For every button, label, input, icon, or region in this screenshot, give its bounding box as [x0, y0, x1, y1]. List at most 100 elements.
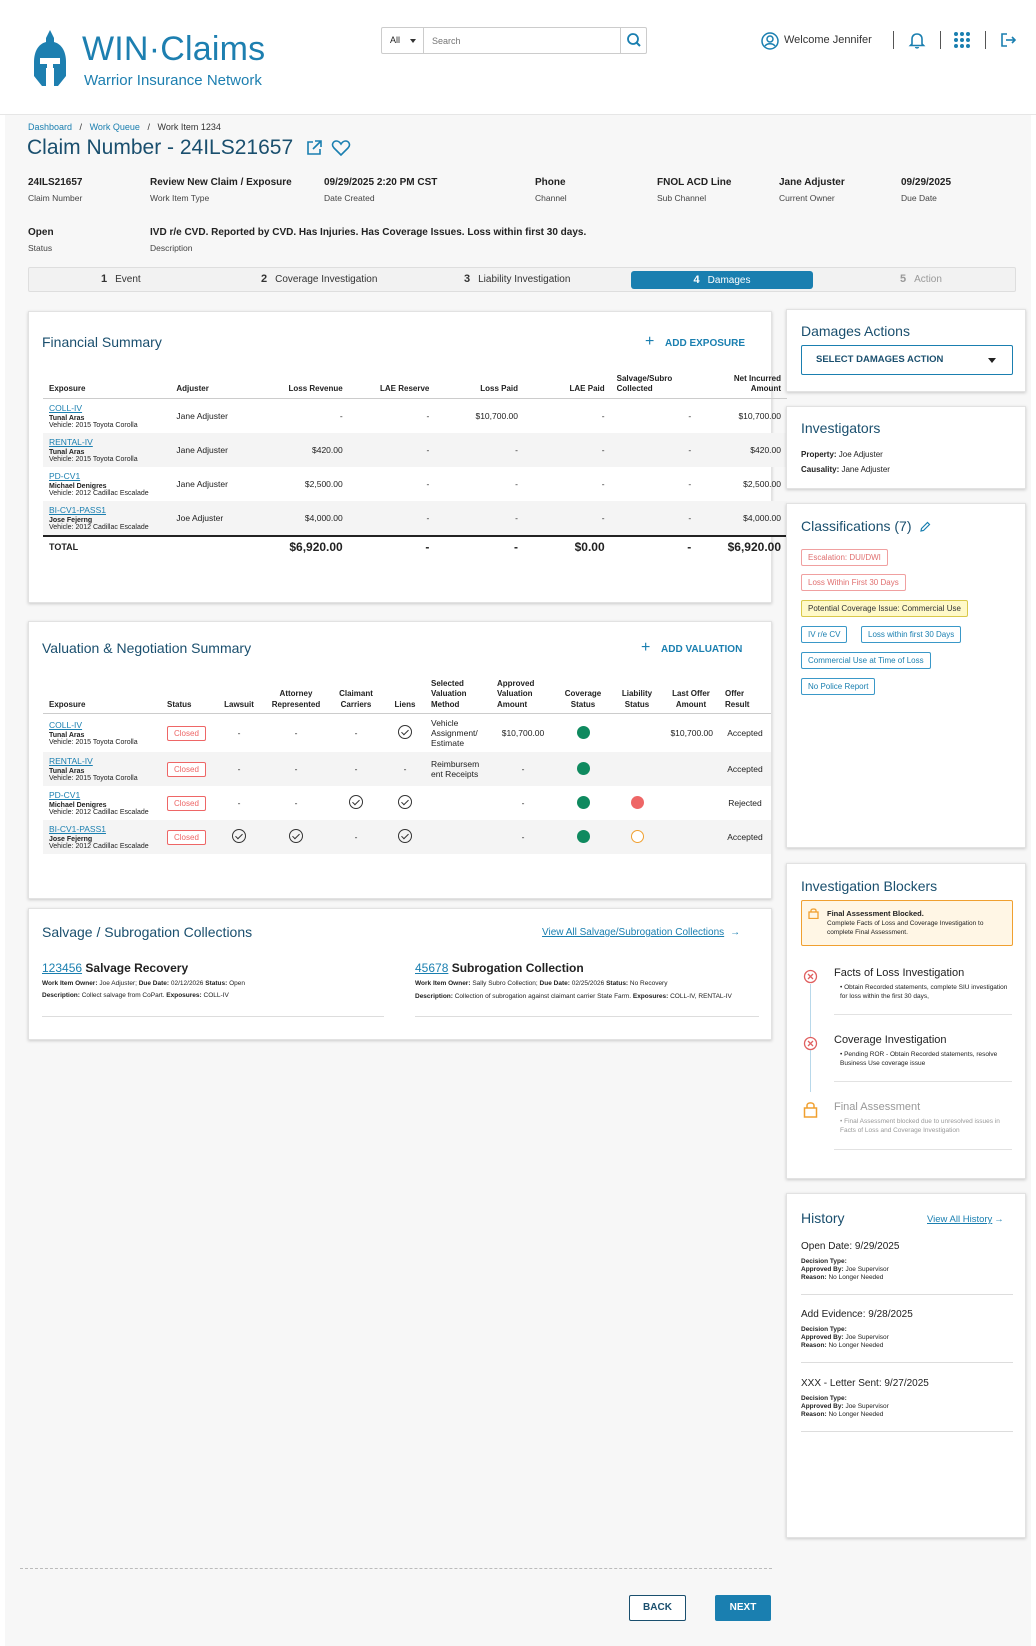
open-external-icon[interactable] [305, 139, 323, 157]
lock-icon [808, 908, 819, 919]
reason-value: No Longer Needed [828, 1342, 884, 1349]
classification-tag: Potential Coverage Issue: Commercial Use [801, 600, 968, 617]
loss-paid-cell: - [435, 500, 525, 536]
search-bar: All [381, 27, 647, 54]
blocker-text: Obtain Recorded statements, complete SIU… [840, 984, 1008, 1001]
detail-label: Description: [42, 992, 80, 999]
history-title: History [801, 1210, 845, 1226]
reason-label: Reason: [801, 1342, 827, 1349]
loss-revenue-cell: $420.00 [251, 432, 349, 467]
breadcrumb-work-queue[interactable]: Work Queue [90, 122, 140, 132]
claimant-name: Tunal Aras [49, 414, 85, 422]
add-exposure-button[interactable]: + ADD EXPOSURE [645, 333, 745, 350]
exposure-link[interactable]: RENTAL-IV [49, 437, 164, 447]
total-loss-revenue: $6,920.00 [251, 534, 349, 558]
exposure-link[interactable]: BI-CV1-PASS1 [49, 505, 164, 515]
status-dot-orange [630, 829, 644, 843]
reason-value: No Longer Needed [828, 1274, 884, 1281]
view-all-history-link[interactable]: View All History → [927, 1214, 1004, 1225]
step-damages[interactable]: 4 Damages [631, 271, 813, 289]
check-circle-icon [398, 829, 412, 844]
field-value: Review New Claim / Exposure [150, 177, 292, 188]
salvage-item-id-link[interactable]: 123456 [42, 961, 82, 975]
step-number: 4 [693, 274, 700, 286]
step-coverage-investigation[interactable]: 2 Coverage Investigation [261, 268, 377, 291]
salvage-cell: - [688, 478, 692, 489]
step-event[interactable]: 1 Event [101, 268, 141, 291]
detail-value: No Recovery [629, 980, 668, 987]
logo[interactable]: WIN·Claims Warrior Insurance Network [32, 28, 282, 98]
step-action[interactable]: 5 Action [900, 268, 942, 291]
adjuster-cell: Jane Adjuster [170, 432, 252, 467]
lae-reserve-cell: - [348, 432, 436, 467]
detail-value: Collection of subrogation against claima… [454, 993, 632, 1000]
error-x-icon [803, 969, 818, 984]
history-card: History View All History → Open Date: 9/2… [786, 1193, 1026, 1538]
back-button[interactable]: BACK [629, 1595, 686, 1621]
salvage-item-id-link[interactable]: 45678 [415, 961, 448, 975]
damages-action-select[interactable]: SELECT DAMAGES ACTION [801, 345, 1013, 375]
claimant-name: Tunal Aras [49, 732, 85, 740]
loss-paid-cell: - [515, 478, 519, 489]
favorite-heart-icon[interactable] [331, 139, 351, 157]
add-valuation-button[interactable]: + ADD VALUATION [641, 639, 742, 656]
step-number: 1 [101, 273, 108, 285]
property-investigator: Property: Joe Adjuster [801, 450, 883, 459]
exposure-link[interactable]: COLL-IV [49, 720, 155, 730]
step-label: Coverage Investigation [275, 274, 378, 285]
field-label: Work Item Type [150, 193, 210, 203]
step-liability-investigation[interactable]: 3 Liability Investigation [464, 268, 570, 291]
divider [834, 1081, 1012, 1082]
next-button[interactable]: NEXT [715, 1595, 771, 1621]
search-scope-select[interactable]: All [382, 28, 424, 53]
last-offer-cell [663, 752, 719, 787]
status-badge: Closed [167, 829, 206, 845]
exposure-link[interactable]: COLL-IV [49, 403, 164, 413]
claimant-name: Tunal Aras [49, 768, 85, 776]
claimant-name: Jose Fejerng [49, 836, 93, 844]
search-button[interactable] [620, 28, 646, 53]
classification-tag: Loss within first 30 Days [861, 626, 962, 643]
total-net-incurred: $6,920.00 [697, 534, 787, 558]
field-label: Due Date [901, 193, 937, 203]
bell-icon[interactable] [907, 30, 927, 50]
status-badge: Closed [167, 761, 206, 777]
column-header: Loss Paid [435, 372, 525, 399]
investigator-name: Joe Adjuster [838, 450, 883, 459]
liens-cell [385, 820, 425, 855]
attorney-cell-text: - [294, 798, 298, 809]
result-cell: Accepted [719, 820, 771, 855]
table-row: PD-CV1 Michael Denigres Vehicle: 2012 Cadi… [43, 786, 771, 820]
alert-text: Complete Facts of Loss and Coverage Inve… [827, 920, 984, 936]
logout-icon[interactable] [998, 30, 1018, 50]
footer-divider [20, 1568, 772, 1569]
exposure-link[interactable]: RENTAL-IV [49, 756, 155, 766]
method-cell [425, 820, 491, 855]
table-row: BI-CV1-PASS1 Jose Fejerng Vehicle: 2012 Ca… [43, 500, 787, 536]
edit-pencil-icon[interactable] [919, 521, 931, 533]
breadcrumb-dashboard[interactable]: Dashboard [28, 122, 72, 132]
search-input[interactable] [426, 28, 616, 53]
blocker-detail: • Obtain Recorded statements, complete S… [840, 984, 1008, 1001]
lawsuit-cell: - [213, 786, 265, 820]
reason-label: Reason: [801, 1411, 827, 1418]
last-offer-cell [663, 786, 719, 820]
detail-value: Open [229, 980, 245, 987]
app-grid-icon[interactable] [952, 30, 972, 50]
exposure-link[interactable]: PD-CV1 [49, 471, 164, 481]
lae-reserve-cell: - [426, 478, 430, 489]
lawsuit-cell [213, 820, 265, 855]
header-divider [893, 31, 894, 49]
status-cell: Closed [161, 786, 213, 820]
status-dot-green [576, 795, 590, 809]
loss-paid-cell: - [435, 432, 525, 467]
exposure-link[interactable]: PD-CV1 [49, 790, 155, 800]
view-all-salvage-link[interactable]: View All Salvage/Subrogation Collections… [542, 927, 740, 938]
financial-summary-title: Financial Summary [42, 334, 162, 350]
approved-value: Joe Supervisor [845, 1403, 889, 1410]
exposure-link[interactable]: BI-CV1-PASS1 [49, 824, 155, 834]
detail-label: Due Date: [539, 980, 570, 987]
check-circle-icon [232, 829, 246, 844]
approved-cell: - [491, 820, 555, 855]
field-value: Open [28, 227, 54, 238]
